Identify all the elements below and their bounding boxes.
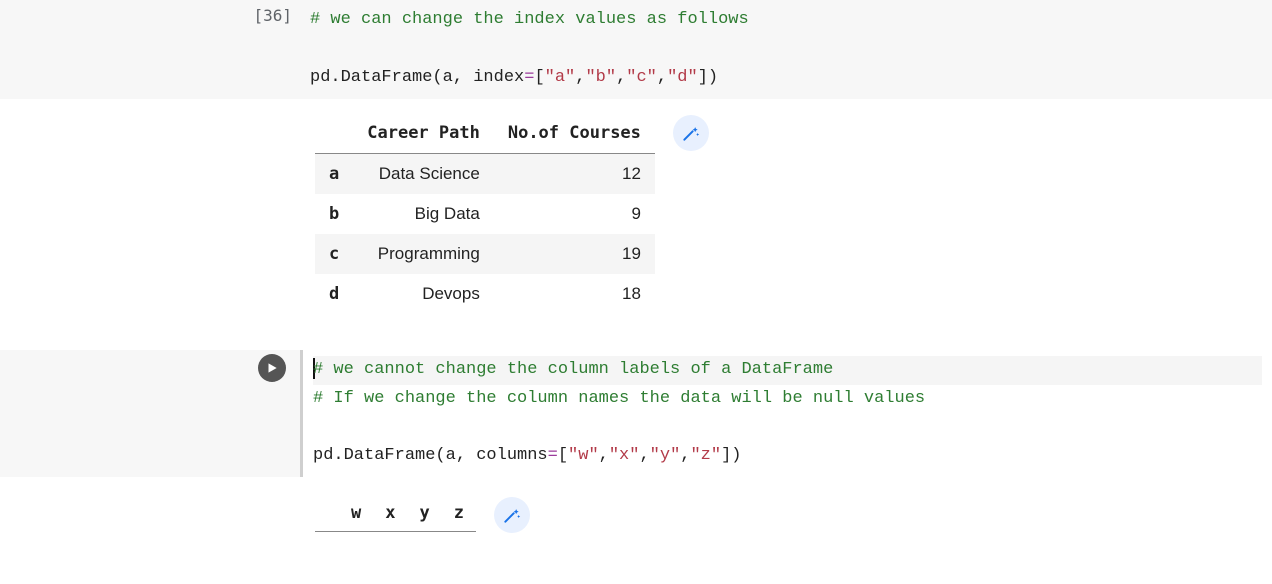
code-content-1[interactable]: # we can change the index values as foll…: [310, 6, 1262, 93]
spacer: [0, 328, 1272, 350]
index-header: [315, 495, 339, 532]
cell-value: Devops: [353, 274, 494, 314]
code-comma: ,: [680, 446, 690, 465]
magic-wand-icon: [502, 505, 522, 525]
code-area-2[interactable]: # we cannot change the column labels of …: [300, 350, 1272, 478]
code-text: pd.DataFrame(a, index: [310, 68, 524, 87]
code-paren: ): [731, 446, 741, 465]
table-row: b Big Data 9: [315, 194, 655, 234]
code-comma: ,: [575, 68, 585, 87]
code-cell-2[interactable]: # we cannot change the column labels of …: [0, 350, 1272, 478]
code-paren: ): [708, 68, 718, 87]
cell-value: Data Science: [353, 153, 494, 194]
row-index: c: [315, 234, 353, 274]
column-header: z: [442, 495, 476, 532]
code-comma: ,: [599, 446, 609, 465]
code-comma: ,: [616, 68, 626, 87]
column-header: No.of Courses: [494, 113, 655, 154]
table-row: c Programming 19: [315, 234, 655, 274]
code-comma: ,: [657, 68, 667, 87]
code-bracket: [: [534, 68, 544, 87]
dataframe-output-1: Career Path No.of Courses a Data Science…: [315, 113, 655, 314]
column-header: Career Path: [353, 113, 494, 154]
code-bracket: ]: [698, 68, 708, 87]
code-cell-1[interactable]: [36] # we can change the index values as…: [0, 0, 1272, 99]
output-area-1: Career Path No.of Courses a Data Science…: [0, 99, 1272, 328]
column-header: w: [339, 495, 373, 532]
code-op: =: [548, 446, 558, 465]
play-icon: [265, 361, 279, 375]
run-cell-button[interactable]: [258, 354, 286, 382]
output-area-2: w x y z: [0, 477, 1272, 547]
cell-value: 18: [494, 274, 655, 314]
table-row: d Devops 18: [315, 274, 655, 314]
cell-value: Big Data: [353, 194, 494, 234]
table-row: a Data Science 12: [315, 153, 655, 194]
code-content-2[interactable]: # we cannot change the column labels of …: [313, 356, 1262, 472]
prompt-col-2: [0, 350, 300, 382]
dataframe-output-2: w x y z: [315, 495, 476, 532]
code-str: "a": [545, 68, 576, 87]
code-str: "b": [585, 68, 616, 87]
cell-value: 19: [494, 234, 655, 274]
cell-value: 9: [494, 194, 655, 234]
code-area-1[interactable]: # we can change the index values as foll…: [300, 0, 1272, 99]
code-comma: ,: [639, 446, 649, 465]
code-text: pd.DataFrame(a, columns: [313, 446, 548, 465]
code-comment: # we can change the index values as foll…: [310, 10, 749, 29]
code-str: "d": [667, 68, 698, 87]
row-index: a: [315, 153, 353, 194]
code-str: "x": [609, 446, 640, 465]
magic-wand-button[interactable]: [673, 115, 709, 151]
code-comment: # If we change the column names the data…: [313, 389, 925, 408]
column-header: x: [373, 495, 407, 532]
row-index: d: [315, 274, 353, 314]
magic-wand-button[interactable]: [494, 497, 530, 533]
magic-wand-icon: [681, 123, 701, 143]
code-bracket: [: [558, 446, 568, 465]
prompt-col-1: [36]: [0, 0, 300, 25]
code-bracket: ]: [721, 446, 731, 465]
execution-count: [36]: [0, 0, 292, 25]
index-header: [315, 113, 353, 154]
code-str: "z": [690, 446, 721, 465]
row-index: b: [315, 194, 353, 234]
notebook: [36] # we can change the index values as…: [0, 0, 1272, 547]
code-op: =: [524, 68, 534, 87]
code-str: "y": [650, 446, 681, 465]
cell-value: Programming: [353, 234, 494, 274]
code-str: "c": [626, 68, 657, 87]
column-header: y: [408, 495, 442, 532]
code-comment: # we cannot change the column labels of …: [313, 360, 833, 379]
cell-value: 12: [494, 153, 655, 194]
code-str: "w": [568, 446, 599, 465]
